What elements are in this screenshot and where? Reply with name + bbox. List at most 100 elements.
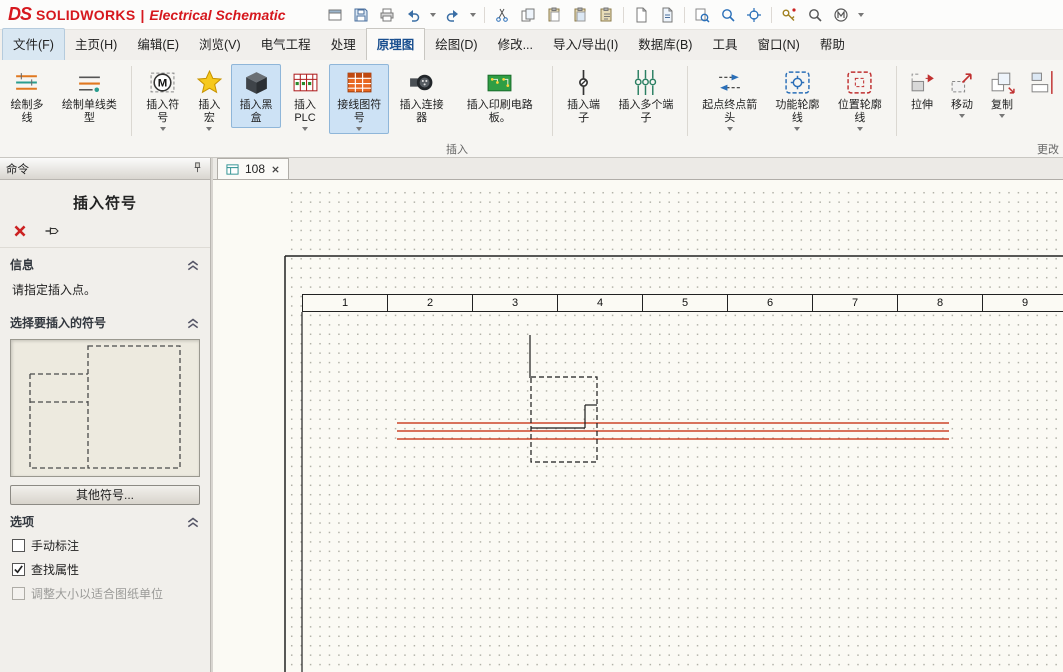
menu-tab-draw[interactable]: 绘图(D) [425,28,487,60]
info-section-header[interactable]: 信息 [0,248,210,276]
undo-icon[interactable] [404,6,422,24]
tab-close-icon[interactable] [271,165,280,174]
dropdown-caret-icon[interactable] [302,127,308,131]
find-attributes-checkbox-row[interactable]: 查找属性 [0,557,210,581]
symbol-section-title: 选择要插入的符号 [10,314,106,331]
ribbon-group-insert: 插入 [446,141,468,157]
document-tab[interactable]: 108 [217,158,289,179]
insert-connector-button[interactable]: 插入连接器 [391,64,451,128]
redo-dropdown-icon[interactable] [470,13,476,17]
draw-singleline-button[interactable]: 绘制单线类型 [54,64,125,128]
paste-document-icon[interactable] [658,6,676,24]
key-icon[interactable] [780,6,798,24]
zoom-document-icon[interactable] [693,6,711,24]
menu-tab-schematic[interactable]: 原理图 [366,28,426,60]
button-label: 插入印刷电路板。 [458,99,542,125]
paste-icon[interactable] [545,6,563,24]
copy-button[interactable]: 复制 [983,64,1021,121]
checkbox-label: 查找属性 [31,561,79,578]
dropdown-caret-icon[interactable] [727,127,733,131]
menu-tab-help[interactable]: 帮助 [810,28,855,60]
command-panel: 命令 插入符号 信息 请指定插入点。 选择要插入的符号 [0,158,210,672]
grid-column-label: 3 [472,295,557,311]
dropdown-caret-icon[interactable] [857,127,863,131]
move-button[interactable]: 移动 [943,64,981,121]
ribbon-separator [687,66,688,136]
column-ruler: 1 2 3 4 5 6 7 8 9 [302,294,1063,312]
collapse-chevron-icon[interactable] [186,515,200,529]
dropdown-caret-icon[interactable] [160,127,166,131]
collapse-chevron-icon[interactable] [186,258,200,272]
menu-tab-modify[interactable]: 修改... [488,28,543,60]
clipped-ribbon-button[interactable] [1023,64,1061,100]
menu-tab-process[interactable]: 处理 [321,28,366,60]
redo-icon[interactable] [444,6,462,24]
logo-separator: | [140,7,144,23]
dropdown-caret-icon[interactable] [794,127,800,131]
collapse-chevron-icon[interactable] [186,316,200,330]
find-attributes-checkbox[interactable] [12,563,25,576]
paste-format-icon[interactable] [597,6,615,24]
copy-icon[interactable] [519,6,537,24]
insert-plc-button[interactable]: 插入PLC [283,64,327,134]
insert-blackbox-button[interactable]: 插入黑盒 [231,64,281,128]
stretch-button[interactable]: 拉伸 [903,64,941,115]
macro-icon[interactable] [832,6,850,24]
menu-tab-file[interactable]: 文件(F) [2,28,65,60]
menu-tab-import-export[interactable]: 导入/导出(I) [543,28,628,60]
menu-tab-electrical-project[interactable]: 电气工程 [251,28,321,60]
options-section-header[interactable]: 选项 [0,505,210,533]
menu-tab-view[interactable]: 浏览(V) [189,28,251,60]
location-outline-button[interactable]: 位置轮廓线 [830,64,890,134]
button-label: 移动 [951,99,973,112]
app-window-icon[interactable] [326,6,344,24]
menu-tab-window[interactable]: 窗口(N) [747,28,809,60]
menu-tab-tools[interactable]: 工具 [702,28,747,60]
crosshair-icon[interactable] [745,6,763,24]
insert-symbol-button[interactable]: M 插入符号 [138,64,188,134]
dropdown-caret-icon[interactable] [356,127,362,131]
insert-connector-icon [407,67,437,97]
menu-tab-edit[interactable]: 编辑(E) [127,28,189,60]
manual-mark-checkbox[interactable] [12,539,25,552]
close-icon[interactable] [12,223,28,239]
wiring-diagram-symbol-button[interactable]: 接线图符号 [329,64,389,134]
symbol-section-header[interactable]: 选择要插入的符号 [0,306,210,334]
ribbon-group-labels: 插入 更改 [0,140,1063,157]
menu-dropdown-icon[interactable] [858,13,864,17]
dropdown-caret-icon[interactable] [959,114,965,118]
fit-drawing-units-checkbox-row: 调整大小以适合图纸单位 [0,581,210,605]
ribbon-separator [131,66,132,136]
origin-destination-arrow-button[interactable]: 起点终点箭头 [694,64,765,134]
insert-terminal-button[interactable]: 插入端子 [559,64,609,128]
drawing-canvas[interactable]: 1 2 3 4 5 6 7 8 9 [213,180,1063,672]
pin-command-icon[interactable] [44,223,60,239]
symbol-preview[interactable] [10,339,200,477]
dropdown-caret-icon[interactable] [999,114,1005,118]
document-tabbar: 108 [213,158,1063,180]
insert-multiple-terminals-button[interactable]: 插入多个端子 [611,64,682,128]
cut-icon[interactable] [493,6,511,24]
paste-special-icon[interactable] [571,6,589,24]
other-symbols-button[interactable]: 其他符号... [10,485,200,505]
draw-multiline-button[interactable]: 绘制多线 [2,64,52,128]
menu-tab-home[interactable]: 主页(H) [65,28,127,60]
dropdown-caret-icon[interactable] [206,127,212,131]
grid-column-label: 9 [982,295,1063,311]
ribbon-group-change: 更改 [1037,141,1059,157]
zoom-icon[interactable] [719,6,737,24]
manual-mark-checkbox-row[interactable]: 手动标注 [0,533,210,557]
insert-pcb-button[interactable]: 插入印刷电路板。 [454,64,546,128]
function-outline-button[interactable]: 功能轮廓线 [767,64,827,134]
save-icon[interactable] [352,6,370,24]
panel-pin-icon[interactable] [191,161,204,177]
undo-dropdown-icon[interactable] [430,13,436,17]
stretch-icon [907,67,937,97]
insert-macro-button[interactable]: 插入宏 [190,64,229,134]
grid-column-label: 7 [812,295,897,311]
print-icon[interactable] [378,6,396,24]
menu-tab-library[interactable]: 数据库(B) [628,28,702,60]
search-icon[interactable] [806,6,824,24]
copy-document-icon[interactable] [632,6,650,24]
button-label: 绘制多线 [6,99,48,125]
